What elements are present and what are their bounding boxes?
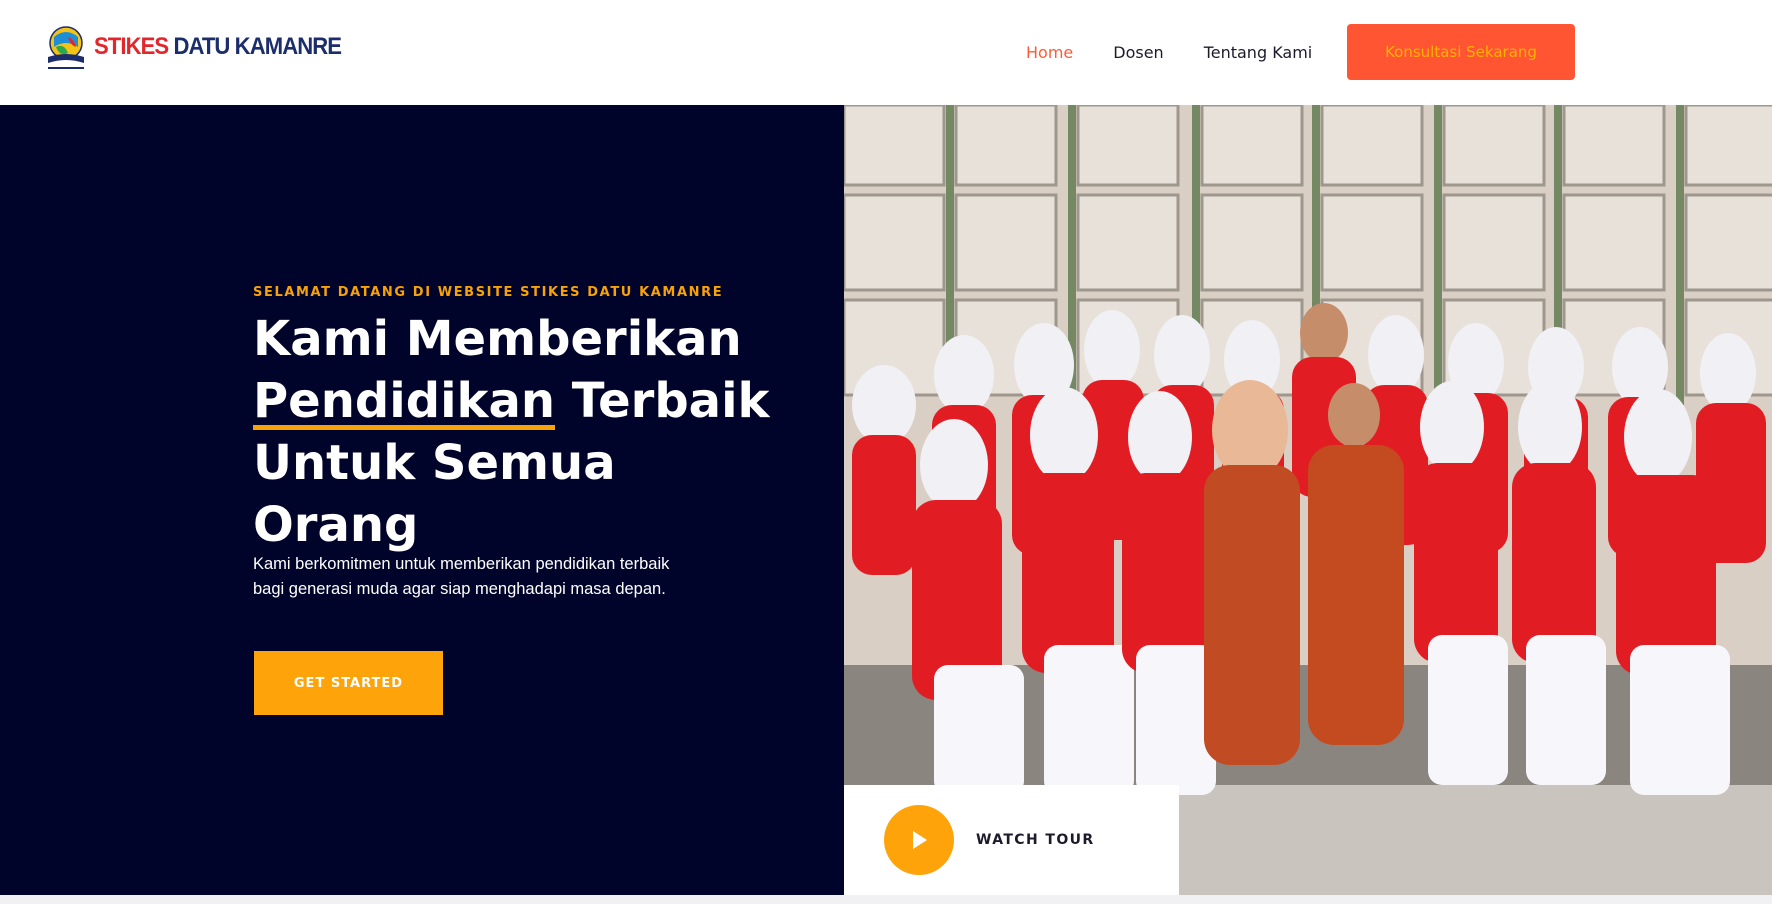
headline-line-1: Kami Memberikan: [253, 311, 742, 367]
hero-description: Kami berkomitmen untuk memberikan pendid…: [253, 555, 670, 598]
globe-book-logo-icon: [44, 23, 88, 71]
headline-highlight: Pendidikan: [253, 370, 556, 432]
brand-logo[interactable]: STIKES DATU KAMANRE: [44, 22, 363, 72]
section-divider: [0, 895, 1772, 904]
watch-tour-card: WATCH TOUR: [844, 785, 1179, 895]
consult-now-button[interactable]: Konsultasi Sekarang: [1347, 24, 1575, 80]
watch-tour-link[interactable]: WATCH TOUR: [976, 832, 1095, 848]
nav-item-tentang-kami[interactable]: Tentang Kami: [1204, 43, 1313, 62]
get-started-button[interactable]: GET STARTED: [254, 651, 443, 715]
hero-headline: Kami Memberikan Pendidikan Terbaik Untuk…: [253, 308, 773, 556]
hero-eyebrow: SELAMAT DATANG DI WEBSITE STIKES DATU KA…: [253, 285, 724, 300]
headline-line-4: Orang: [253, 497, 419, 553]
play-icon[interactable]: [884, 805, 954, 875]
brand-name-part2: DATU KAMANRE: [173, 33, 342, 60]
brand-name: STIKES DATU KAMANRE: [94, 33, 342, 61]
hero-text-panel: SELAMAT DATANG DI WEBSITE STIKES DATU KA…: [0, 105, 844, 895]
hero-group-photo: [844, 105, 1772, 895]
nav-item-home[interactable]: Home: [1026, 43, 1073, 62]
main-nav: Home Dosen Tentang Kami: [1026, 24, 1352, 80]
nav-item-dosen[interactable]: Dosen: [1113, 43, 1163, 62]
brand-name-part1: STIKES: [94, 33, 169, 60]
headline-line-2-rest: Terbaik: [555, 373, 770, 429]
headline-line-2: Pendidikan Terbaik: [253, 370, 773, 432]
site-header: STIKES DATU KAMANRE Home Dosen Tentang K…: [0, 0, 1772, 105]
headline-line-3: Untuk Semua: [253, 435, 616, 491]
